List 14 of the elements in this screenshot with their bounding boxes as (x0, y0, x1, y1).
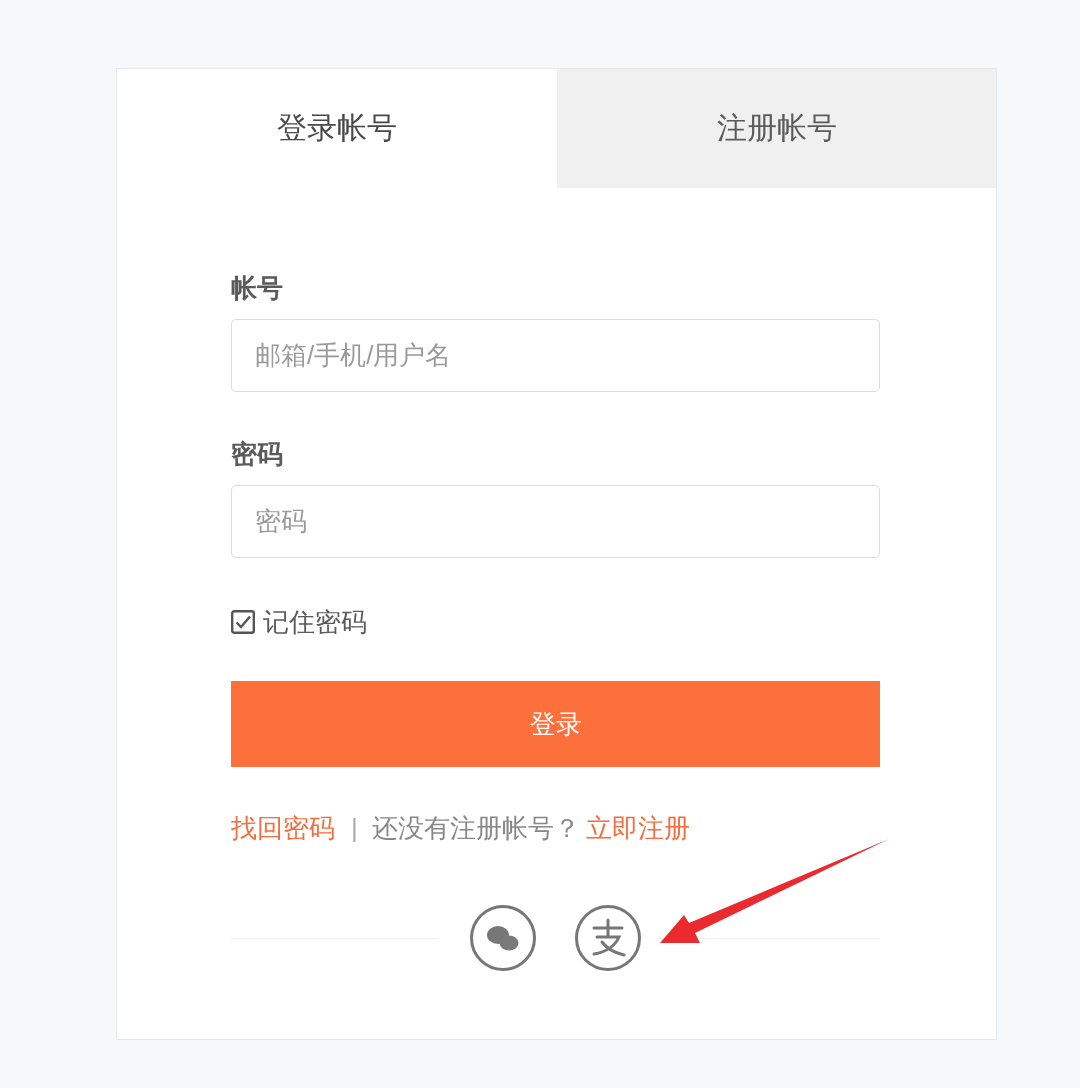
field-label: 密码 (231, 438, 283, 471)
tab[interactable]: 注册帐号 (557, 69, 996, 188)
link[interactable]: 立即注册 (585, 813, 690, 843)
link[interactable]: 找回密码 (231, 813, 335, 843)
chat-bubbles-icon[interactable] (470, 905, 536, 971)
character-logo-icon[interactable] (575, 905, 641, 971)
separator: | (351, 813, 358, 843)
login-button[interactable]: 登录 (231, 681, 880, 767)
field-label: 帐号 (231, 272, 283, 305)
checkbox-label: 记住密码 (263, 606, 367, 639)
input-field[interactable]: 密码 (231, 485, 880, 558)
prompt-text: 还没有注册帐号？ (371, 813, 580, 843)
input-field[interactable]: 邮箱/手机/用户名 (231, 319, 880, 392)
checkbox[interactable] (231, 610, 255, 634)
